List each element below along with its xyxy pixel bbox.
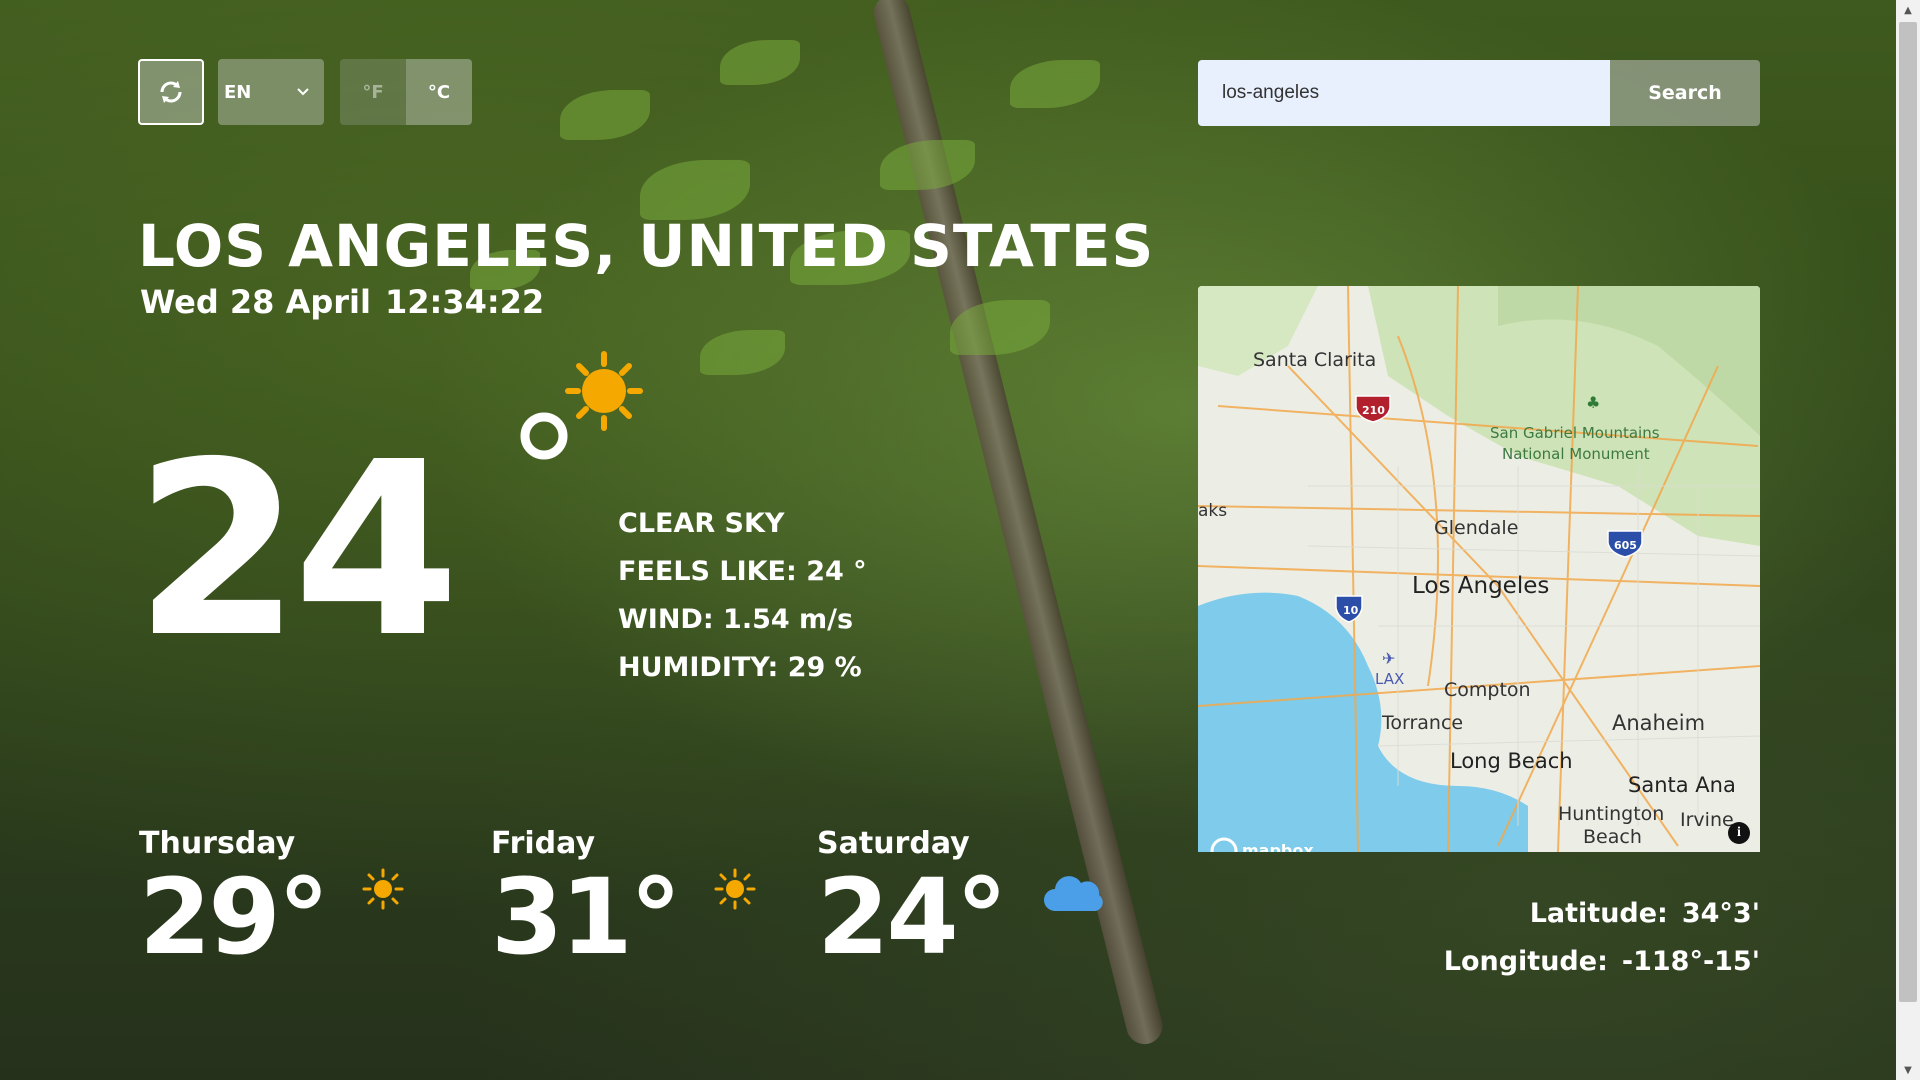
- condition-text: CLEAR SKY: [618, 508, 785, 539]
- leaf: [950, 300, 1050, 355]
- longitude-label: Longitude:: [1443, 946, 1608, 977]
- top-controls: EN °F °C: [138, 59, 472, 125]
- current-temperature: 24: [134, 410, 460, 690]
- leaf: [720, 40, 800, 85]
- map-label: Santa Clarita: [1253, 349, 1376, 371]
- forecast-temp: 24°: [817, 856, 1008, 978]
- map-label: Anaheim: [1612, 711, 1705, 735]
- leaf: [640, 160, 750, 220]
- leaf: [880, 140, 975, 190]
- latitude-value: 34°3': [1681, 898, 1760, 929]
- fahrenheit-button[interactable]: °F: [340, 59, 406, 125]
- map-label: Huntington: [1558, 803, 1664, 825]
- map-label: San Gabriel Mountains: [1490, 424, 1660, 442]
- longitude: Longitude: -118°-15': [1444, 946, 1760, 977]
- current-time: 12:34:22: [384, 283, 545, 321]
- search-form: Search: [1198, 60, 1760, 126]
- longitude-value: -118°-15': [1621, 946, 1760, 977]
- sun-icon: [362, 868, 404, 910]
- forecast-day-3: Saturday 24°: [817, 826, 1103, 969]
- refresh-icon: [160, 81, 182, 103]
- scroll-thumb[interactable]: [1899, 22, 1917, 1002]
- map-label: National Monument: [1502, 445, 1650, 463]
- scroll-up-arrow-icon[interactable]: ▲: [1896, 0, 1920, 20]
- location-title: LOS ANGELES, UNITED STATES: [138, 212, 1155, 280]
- sun-icon: [714, 868, 756, 910]
- refresh-button[interactable]: [138, 59, 204, 125]
- map-label: aks: [1198, 501, 1227, 521]
- map-label: Long Beach: [1450, 749, 1573, 773]
- svg-text:mapbox: mapbox: [1242, 841, 1314, 852]
- celsius-button[interactable]: °C: [406, 59, 472, 125]
- latitude: Latitude: 34°3': [1530, 898, 1760, 929]
- map-label: Beach: [1583, 826, 1642, 848]
- leaf: [1010, 60, 1100, 108]
- map-label: Santa Ana: [1628, 773, 1736, 797]
- airport-icon: ✈: [1382, 649, 1395, 668]
- language-value: EN: [224, 81, 252, 103]
- humidity-text: HUMIDITY: 29 %: [618, 652, 862, 683]
- forecast-temp: 31°: [491, 856, 682, 978]
- latitude-label: Latitude:: [1529, 898, 1668, 929]
- forecast-temp: 29°: [139, 856, 330, 978]
- map-label: Compton: [1444, 679, 1531, 701]
- forecast-day-1: Thursday 29°: [139, 826, 405, 969]
- location-map[interactable]: Santa Clarita San Gabriel Mountains Nati…: [1198, 286, 1760, 852]
- date-time: Wed 28 April 12:34:22: [140, 283, 544, 321]
- tree-icon: ♣: [1586, 393, 1600, 412]
- clear-day-icon: [520, 351, 643, 460]
- map-label: Torrance: [1381, 712, 1463, 734]
- leaf: [700, 330, 785, 375]
- forecast-day-2: Friday 31°: [491, 826, 757, 969]
- chevron-down-icon: [297, 88, 309, 96]
- svg-text:10: 10: [1343, 604, 1359, 617]
- weather-details: CLEAR SKY FEELS LIKE: 24 ° WIND: 1.54 m/…: [618, 508, 867, 700]
- search-input[interactable]: [1198, 60, 1610, 126]
- feels-like-text: FEELS LIKE: 24 °: [618, 556, 867, 587]
- search-button[interactable]: Search: [1610, 60, 1760, 126]
- map-canvas: Santa Clarita San Gabriel Mountains Nati…: [1198, 286, 1760, 852]
- svg-text:605: 605: [1614, 539, 1637, 552]
- svg-text:210: 210: [1362, 404, 1385, 417]
- map-label: Irvine: [1680, 809, 1734, 831]
- current-date: Wed 28 April: [140, 283, 371, 321]
- cloud-icon: [1043, 876, 1103, 911]
- scroll-down-arrow-icon[interactable]: ▼: [1896, 1060, 1920, 1080]
- map-label: Glendale: [1434, 517, 1518, 539]
- map-info-button[interactable]: i: [1728, 822, 1750, 844]
- leaf: [560, 90, 650, 140]
- wind-text: WIND: 1.54 m/s: [618, 604, 854, 635]
- language-select[interactable]: EN: [218, 59, 324, 125]
- unit-toggle: °F °C: [340, 59, 472, 125]
- map-label: Los Angeles: [1412, 573, 1549, 599]
- page-scrollbar[interactable]: ▲ ▼: [1896, 0, 1920, 1080]
- map-label: LAX: [1375, 670, 1404, 688]
